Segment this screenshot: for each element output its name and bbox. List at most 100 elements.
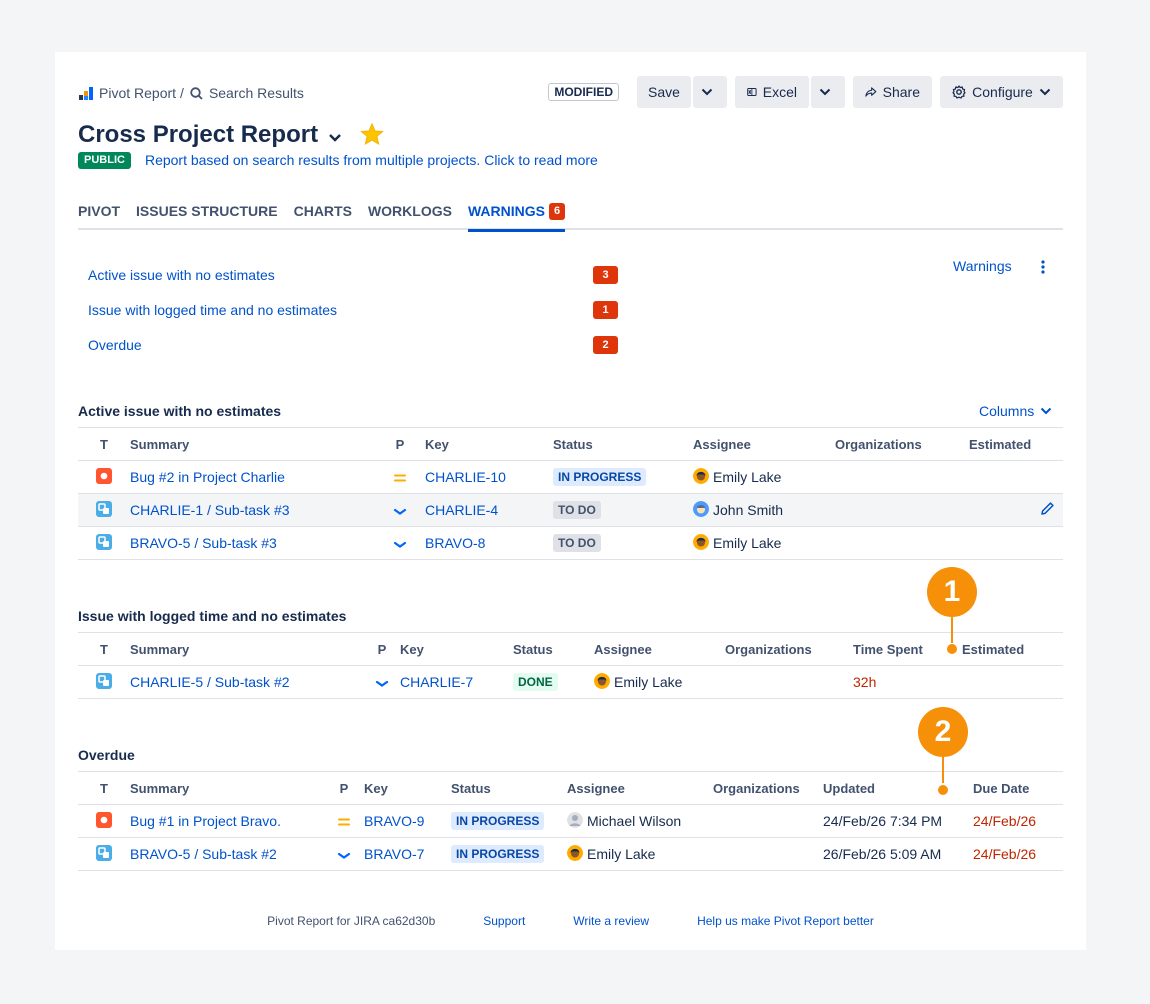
breadcrumb-current[interactable]: Search Results	[190, 85, 304, 101]
assignee-name: Michael Wilson	[587, 813, 682, 829]
column-header-status[interactable]: Status	[451, 771, 567, 805]
title-row: Cross Project Report	[78, 120, 384, 150]
columns-button[interactable]: Columns	[979, 403, 1052, 419]
column-header-assignee[interactable]: Assignee	[693, 427, 835, 461]
issue-key-link[interactable]: BRAVO-8	[425, 535, 485, 551]
assignee[interactable]: Emily Lake	[594, 672, 725, 692]
excel-dropdown-button[interactable]	[811, 76, 845, 108]
assignee[interactable]: Emily Lake	[693, 467, 835, 487]
table-row[interactable]: BRAVO-5 / Sub-task #2 BRAVO-7 IN PROGRESS E…	[78, 837, 1063, 871]
issue-key-link[interactable]: CHARLIE-7	[400, 674, 473, 690]
column-header-p[interactable]: P	[364, 632, 400, 666]
warning-summary-link[interactable]: Active issue with no estimates	[88, 267, 275, 283]
footer-feedback-link[interactable]: Help us make Pivot Report better	[697, 914, 874, 928]
share-button[interactable]: Share	[853, 76, 932, 108]
column-header-key[interactable]: Key	[425, 427, 553, 461]
issue-summary-link[interactable]: CHARLIE-1 / Sub-task #3	[130, 502, 290, 518]
warning-summary-row: Issue with logged time and no estimates 1	[88, 292, 618, 327]
assignee[interactable]: Michael Wilson	[567, 811, 713, 831]
section-title-no-estimates: Active issue with no estimates	[78, 403, 282, 419]
table-row[interactable]: Bug #2 in Project Charlie CHARLIE-10 IN PR…	[78, 460, 1063, 494]
page-title: Cross Project Report	[78, 121, 319, 148]
column-header-time-spent[interactable]: Time Spent	[853, 632, 962, 666]
table-row[interactable]: BRAVO-5 / Sub-task #3 BRAVO-8 TO DO Emily L…	[78, 526, 1063, 560]
tab-pivot[interactable]: PIVOT	[78, 200, 120, 230]
column-header-key[interactable]: Key	[400, 632, 513, 666]
issue-key-link[interactable]: BRAVO-9	[364, 813, 424, 829]
issue-key-link[interactable]: BRAVO-7	[364, 846, 424, 862]
table-row[interactable]: CHARLIE-5 / Sub-task #2 CHARLIE-7 DONE Emil…	[78, 665, 1063, 699]
table-row[interactable]: Bug #1 in Project Bravo. BRAVO-9 IN PROGRE…	[78, 804, 1063, 838]
search-icon	[190, 86, 203, 100]
assignee[interactable]: John Smith	[693, 500, 835, 520]
table-row[interactable]: CHARLIE-1 / Sub-task #3 CHARLIE-4 TO DO Joh…	[78, 493, 1063, 527]
column-header-estimated[interactable]: Estimated	[962, 632, 1063, 666]
column-header-assignee[interactable]: Assignee	[567, 771, 713, 805]
save-button[interactable]: Save	[637, 76, 691, 108]
warning-count-badge: 1	[593, 300, 618, 319]
column-header-organizations[interactable]: Organizations	[725, 632, 853, 666]
footer-support-link[interactable]: Support	[483, 914, 525, 928]
tab-bar: PIVOT ISSUES STRUCTURE CHARTS WORKLOGS WARNI…	[78, 200, 1063, 232]
callout-line-1	[951, 617, 953, 643]
column-header-summary[interactable]: Summary	[130, 427, 375, 461]
column-header-organizations[interactable]: Organizations	[835, 427, 969, 461]
title-chevron-down-icon[interactable]	[328, 129, 342, 145]
cell-priority	[375, 460, 425, 494]
cell-summary: Bug #1 in Project Bravo.	[130, 804, 324, 838]
more-actions-icon[interactable]	[1040, 260, 1046, 277]
column-header-t[interactable]: T	[78, 427, 130, 461]
issue-summary-link[interactable]: BRAVO-5 / Sub-task #2	[130, 846, 277, 862]
column-header-organizations[interactable]: Organizations	[713, 771, 823, 805]
column-header-p[interactable]: P	[375, 427, 425, 461]
column-header-assignee[interactable]: Assignee	[594, 632, 725, 666]
save-dropdown-button[interactable]	[693, 76, 727, 108]
issue-summary-link[interactable]: BRAVO-5 / Sub-task #3	[130, 535, 277, 551]
column-header-key[interactable]: Key	[364, 771, 451, 805]
footer-review-link[interactable]: Write a review	[573, 914, 649, 928]
cell-organizations	[835, 460, 969, 494]
cell-status: IN PROGRESS	[451, 804, 567, 838]
excel-button[interactable]: Excel	[735, 76, 809, 108]
issue-key-link[interactable]: CHARLIE-10	[425, 469, 506, 485]
column-header-status[interactable]: Status	[553, 427, 693, 461]
edit-pencil-icon[interactable]	[1040, 502, 1055, 519]
column-header-t[interactable]: T	[78, 632, 130, 666]
report-description-link[interactable]: Report based on search results from mult…	[145, 152, 598, 168]
tab-label: WARNINGS	[467, 203, 545, 219]
priority-medium-icon	[393, 470, 407, 486]
breadcrumb-root[interactable]: Pivot Report	[79, 85, 176, 101]
column-header-estimated[interactable]: Estimated	[969, 427, 1063, 461]
cell-key: CHARLIE-10	[425, 460, 553, 494]
callout-marker-1: 1	[927, 567, 977, 617]
issue-key-link[interactable]: CHARLIE-4	[425, 502, 498, 518]
excel-label: Excel	[762, 84, 797, 100]
assignee[interactable]: Emily Lake	[693, 533, 835, 553]
column-header-updated[interactable]: Updated	[823, 771, 973, 805]
cell-key: BRAVO-9	[364, 804, 451, 838]
tab-charts[interactable]: CHARTS	[294, 200, 352, 230]
column-header-p[interactable]: P	[324, 771, 364, 805]
column-header-t[interactable]: T	[78, 771, 130, 805]
cell-key: CHARLIE-7	[400, 665, 513, 699]
column-header-status[interactable]: Status	[513, 632, 594, 666]
warning-summary-row: Overdue 2	[88, 327, 618, 362]
assignee[interactable]: Emily Lake	[567, 844, 713, 864]
warning-summary-link[interactable]: Issue with logged time and no estimates	[88, 302, 337, 318]
tab-warnings[interactable]: WARNINGS 6	[467, 200, 566, 232]
issue-summary-link[interactable]: Bug #2 in Project Charlie	[130, 469, 285, 485]
cell-estimated	[969, 493, 1063, 527]
cell-summary: CHARLIE-1 / Sub-task #3	[130, 493, 375, 527]
column-header-due-date[interactable]: Due Date	[973, 771, 1063, 805]
warning-summary-link[interactable]: Overdue	[88, 337, 142, 353]
star-icon[interactable]	[360, 122, 384, 148]
issue-summary-link[interactable]: Bug #1 in Project Bravo.	[130, 813, 281, 829]
cell-type	[78, 804, 130, 838]
column-header-summary[interactable]: Summary	[130, 632, 364, 666]
tab-issues-structure[interactable]: ISSUES STRUCTURE	[136, 200, 278, 230]
configure-button[interactable]: Configure	[940, 76, 1063, 108]
column-header-summary[interactable]: Summary	[130, 771, 324, 805]
issue-summary-link[interactable]: CHARLIE-5 / Sub-task #2	[130, 674, 290, 690]
tab-worklogs[interactable]: WORKLOGS	[368, 200, 452, 230]
warnings-menu-link[interactable]: Warnings	[953, 258, 1012, 274]
